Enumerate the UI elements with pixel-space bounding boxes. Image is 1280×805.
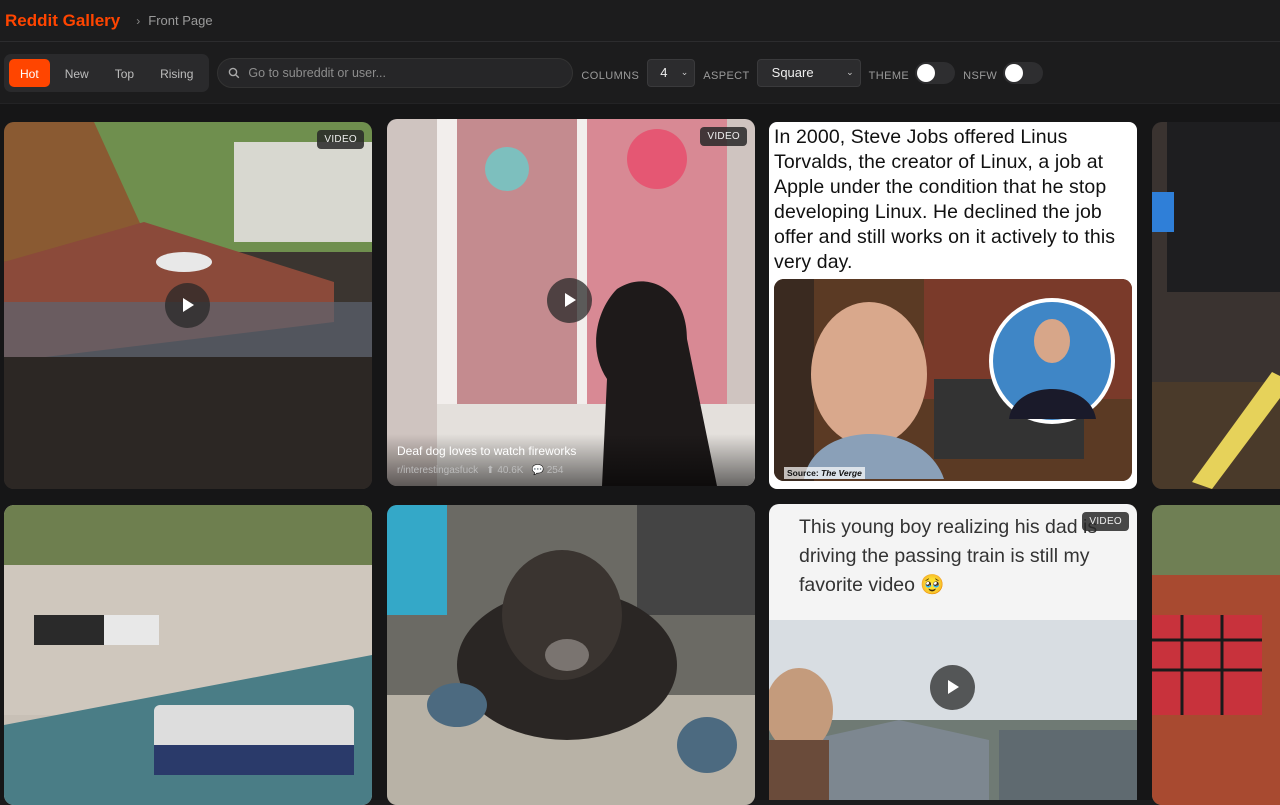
play-button[interactable] <box>547 278 592 323</box>
upvote-value: 40.6K <box>497 465 524 476</box>
post-meta: r/interestingasfuck ⬆ 40.6K 💬 254 <box>397 465 745 476</box>
aspect-label: ASPECT <box>703 69 750 82</box>
search-icon <box>229 67 240 78</box>
tab-hot[interactable]: Hot <box>9 58 50 87</box>
breadcrumb-current: Front Page <box>148 13 213 28</box>
gallery-card-train-boy[interactable]: This young boy realizing his dad is driv… <box>769 504 1137 800</box>
chevron-down-icon: ⌄ <box>680 67 689 77</box>
post-photo-graphic <box>774 279 1132 481</box>
comment-count: 💬 254 <box>531 465 563 476</box>
gallery-card-dog-fireworks[interactable]: VIDEO Deaf dog loves to watch fireworks … <box>387 119 755 486</box>
video-badge: VIDEO <box>700 127 747 146</box>
gallery-card-linus-post[interactable]: In 2000, Steve Jobs offered Linus Torval… <box>769 122 1137 489</box>
theme-toggle-knob <box>917 63 936 82</box>
post-thumbnail <box>769 620 1137 800</box>
play-button[interactable] <box>165 283 210 328</box>
columns-value: 4 <box>660 65 668 80</box>
post-image-text: In 2000, Steve Jobs offered Linus Torval… <box>774 126 1116 273</box>
post-thumbnail <box>387 505 755 805</box>
post-thumbnail <box>4 505 372 805</box>
source-name: The Verge <box>821 468 862 478</box>
comment-value: 254 <box>546 465 564 476</box>
gallery-card-police-harbor[interactable] <box>4 505 372 805</box>
tab-top[interactable]: Top <box>104 59 145 87</box>
toolbar: Hot New Top Rising COLUMNS 4 ⌄ ASPECT Sq… <box>0 42 1280 104</box>
chevron-down-icon: ⌄ <box>846 67 854 77</box>
columns-select[interactable]: 4 ⌄ <box>647 58 696 87</box>
play-icon <box>948 680 959 694</box>
aspect-value: Square <box>771 65 814 80</box>
nsfw-toggle[interactable] <box>1003 61 1044 84</box>
breadcrumb-separator: › <box>136 13 141 28</box>
gallery-card-partial-2[interactable] <box>1152 505 1280 805</box>
post-title[interactable]: Deaf dog loves to watch fireworks <box>397 444 745 458</box>
nsfw-label: NSFW <box>963 69 998 82</box>
gallery-card-old-dog[interactable] <box>387 505 755 805</box>
post-subreddit[interactable]: r/interestingasfuck <box>397 465 478 476</box>
sort-tabs: Hot New Top Rising <box>4 53 210 92</box>
upvote-count: ⬆ 40.6K <box>486 465 523 476</box>
search-bar[interactable] <box>217 57 574 88</box>
play-button[interactable] <box>930 665 975 710</box>
gallery-card-rooftop-video[interactable]: VIDEO <box>4 122 372 489</box>
brand-logo[interactable]: Reddit Gallery <box>5 11 120 31</box>
post-thumbnail <box>1152 122 1280 489</box>
tab-rising[interactable]: Rising <box>149 59 204 87</box>
aspect-select[interactable]: Square ⌄ <box>756 58 861 87</box>
play-icon <box>565 293 576 307</box>
upvote-icon: ⬆ <box>486 465 495 476</box>
app-header: Reddit Gallery › Front Page <box>0 0 1280 42</box>
image-source-credit: Source: The Verge <box>784 467 865 479</box>
columns-label: COLUMNS <box>581 69 640 82</box>
source-label: Source: <box>787 468 819 478</box>
gallery-card-partial-1[interactable] <box>1152 122 1280 489</box>
post-photo <box>774 279 1132 481</box>
search-input[interactable] <box>248 65 549 80</box>
play-icon <box>183 298 194 312</box>
tab-new[interactable]: New <box>54 59 100 87</box>
post-caption: Deaf dog loves to watch fireworks r/inte… <box>387 434 755 486</box>
theme-toggle[interactable] <box>915 61 956 84</box>
comment-icon: 💬 <box>531 465 544 476</box>
video-badge: VIDEO <box>1082 512 1129 531</box>
theme-label: THEME <box>868 69 910 82</box>
nsfw-toggle-knob <box>1005 63 1024 82</box>
video-badge: VIDEO <box>317 130 364 149</box>
post-thumbnail <box>1152 505 1280 805</box>
